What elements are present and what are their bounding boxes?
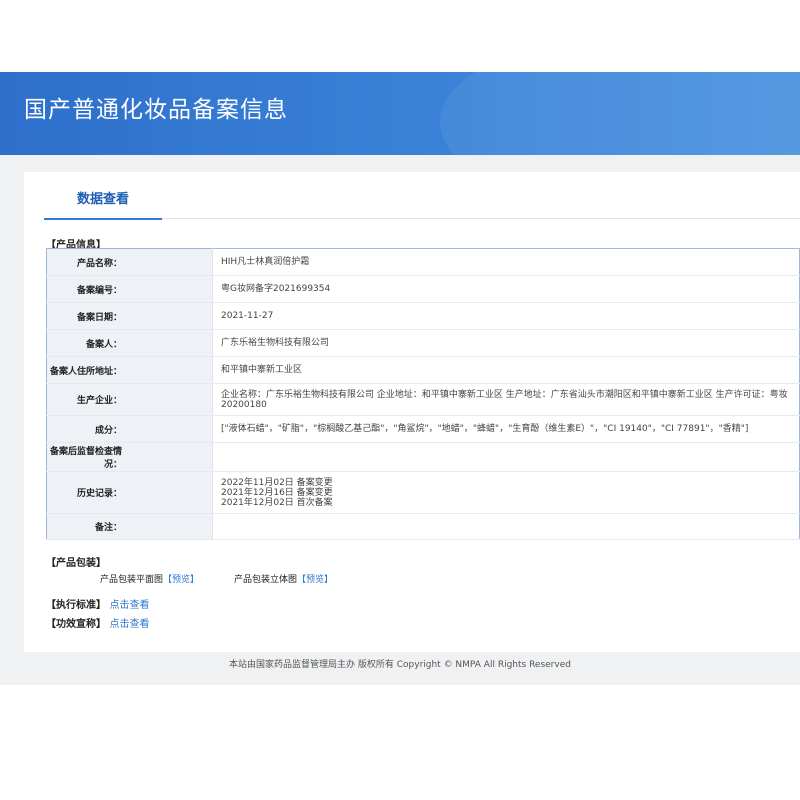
remarks-key: 备注： <box>46 513 213 540</box>
history-key: 历史记录： <box>46 471 213 514</box>
manufacturer-value: 企业名称：广东乐裕生物科技有限公司 企业地址：和平镇中寨新工业区 生产地址：广东… <box>212 383 800 416</box>
standard-row: 【执行标准】 点击查看 <box>46 596 149 611</box>
table-row: 备案编号： 粤G妆网备字2021699354 <box>46 275 800 303</box>
table-row: 产品名称： HIH凡士林真润倍护霜 <box>46 248 800 276</box>
packaging-solid-label: 产品包装立体图 <box>234 575 298 585</box>
filing-number-value: 粤G妆网备字2021699354 <box>212 275 800 303</box>
inspection-value <box>212 442 800 472</box>
packaging-solid-row: 产品包装立体图【预览】 <box>234 572 333 585</box>
standard-view-link[interactable]: 点击查看 <box>109 600 149 611</box>
product-name-key: 产品名称： <box>46 248 213 276</box>
manufacturer-key: 生产企业： <box>46 383 213 416</box>
packaging-solid-preview-link[interactable]: 【预览】 <box>297 575 333 585</box>
packaging-flat-label: 产品包装平面图 <box>100 575 164 585</box>
history-entry: 2021年12月02日 首次备案 <box>221 497 333 508</box>
table-row: 备注： <box>46 513 800 540</box>
history-entry: 2021年12月16日 备案变更 <box>221 487 333 498</box>
product-info-table: 产品名称： HIH凡士林真润倍护霜 备案编号： 粤G妆网备字2021699354… <box>46 248 800 540</box>
page-title: 国产普通化妆品备案信息 <box>24 97 288 123</box>
efficacy-view-link[interactable]: 点击查看 <box>109 619 149 630</box>
content-panel: 数据查看 【产品信息】 产品名称： HIH凡士林真润倍护霜 备案编号： 粤G妆网… <box>24 172 800 652</box>
table-row: 成分： ["液体石蜡"，"矿脂"，"棕榈酸乙基己酯"，"角鲨烷"，"地蜡"，"蜂… <box>46 415 800 443</box>
packaging-label: 【产品包装】 <box>46 558 106 569</box>
packaging-flat-row: 产品包装平面图【预览】 <box>100 572 199 585</box>
table-row: 备案人住所地址： 和平镇中寨新工业区 <box>46 356 800 384</box>
history-entry: 2022年11月02日 备案变更 <box>221 477 333 488</box>
filing-date-value: 2021-11-27 <box>212 302 800 330</box>
table-row: 备案人： 广东乐裕生物科技有限公司 <box>46 329 800 357</box>
product-name-value: HIH凡士林真润倍护霜 <box>212 248 800 276</box>
history-value: 2022年11月02日 备案变更 2021年12月16日 备案变更 2021年1… <box>212 471 800 514</box>
inspection-key: 备案后监督检查情况： <box>46 442 213 472</box>
filer-key: 备案人： <box>46 329 213 357</box>
efficacy-row: 【功效宣称】 点击查看 <box>46 615 149 630</box>
table-row: 备案日期： 2021-11-27 <box>46 302 800 330</box>
remarks-value <box>212 513 800 540</box>
ingredients-value: ["液体石蜡"，"矿脂"，"棕榈酸乙基己酯"，"角鲨烷"，"地蜡"，"蜂蜡"，"… <box>212 415 800 443</box>
packaging-flat-preview-link[interactable]: 【预览】 <box>163 575 199 585</box>
efficacy-label: 【功效宣称】 <box>46 619 106 630</box>
filer-address-key: 备案人住所地址： <box>46 356 213 384</box>
table-row: 生产企业： 企业名称：广东乐裕生物科技有限公司 企业地址：和平镇中寨新工业区 生… <box>46 383 800 416</box>
standard-label: 【执行标准】 <box>46 600 106 611</box>
filer-value: 广东乐裕生物科技有限公司 <box>212 329 800 357</box>
ingredients-key: 成分： <box>46 415 213 443</box>
page-header: 国产普通化妆品备案信息 <box>0 72 800 155</box>
table-row: 历史记录： 2022年11月02日 备案变更 2021年12月16日 备案变更 … <box>46 471 800 514</box>
filer-address-value: 和平镇中寨新工业区 <box>212 356 800 384</box>
tab-bar: 数据查看 <box>44 172 800 220</box>
table-row: 备案后监督检查情况： <box>46 442 800 472</box>
tab-data-view[interactable]: 数据查看 <box>44 172 162 220</box>
filing-date-key: 备案日期： <box>46 302 213 330</box>
filing-number-key: 备案编号： <box>46 275 213 303</box>
footer-copyright: 本站由国家药品监督管理局主办 版权所有 Copyright © NMPA All… <box>229 660 571 670</box>
